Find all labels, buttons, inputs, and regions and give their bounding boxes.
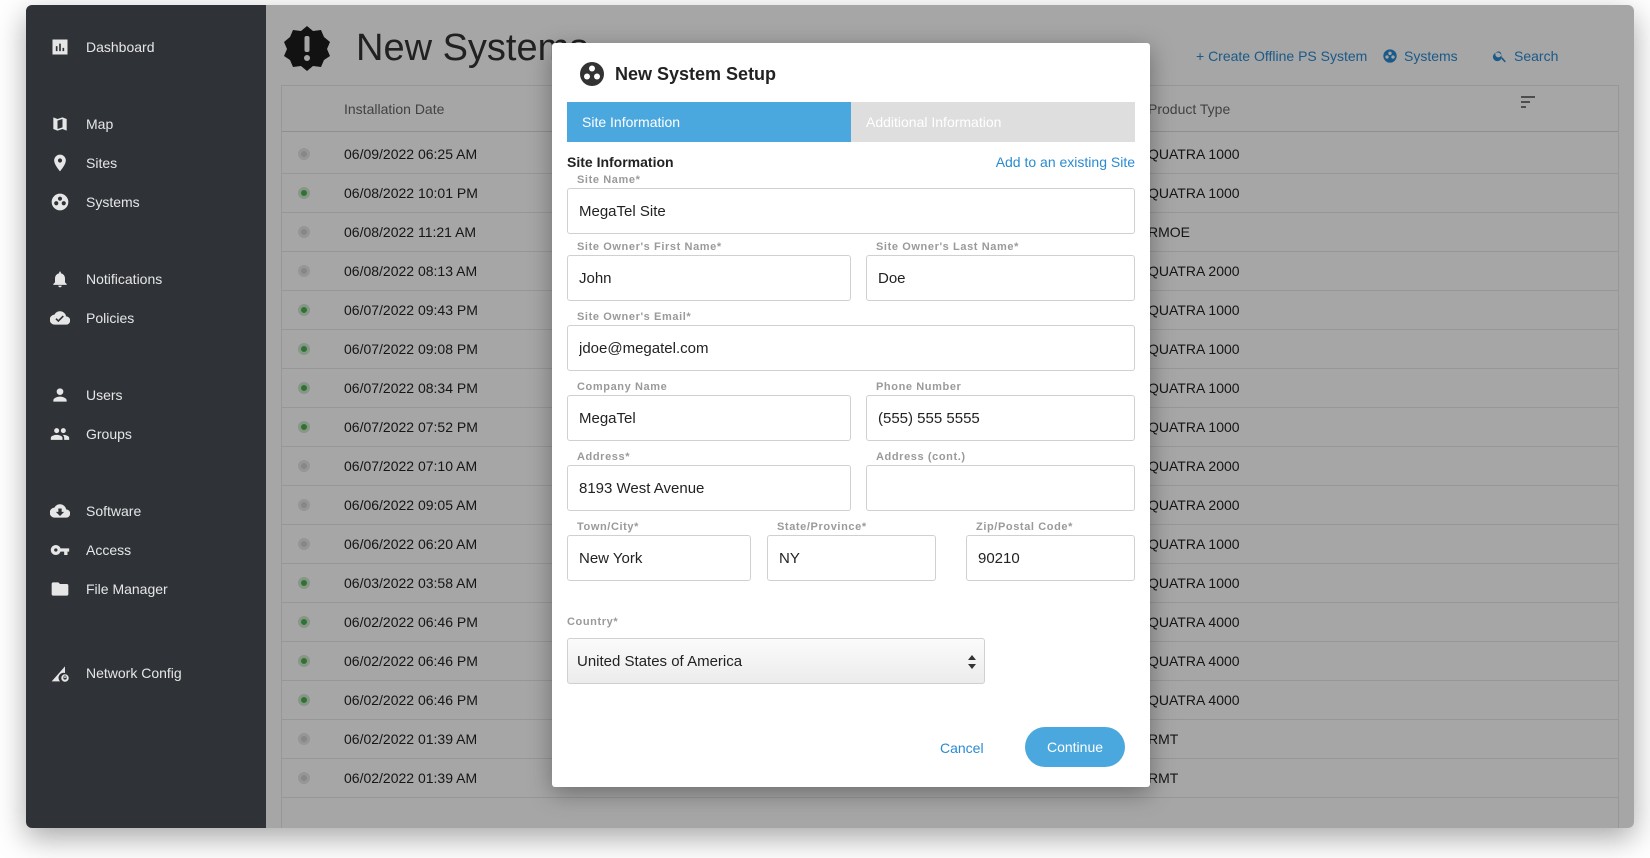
sidebar-item-sites[interactable]: Sites	[50, 151, 117, 175]
select-arrows-icon	[968, 655, 976, 669]
first-name-input[interactable]	[567, 255, 851, 301]
sidebar-item-label: Dashboard	[86, 39, 155, 55]
city-label: Town/City*	[577, 521, 640, 533]
section-title: Site Information	[567, 154, 674, 170]
sidebar-item-systems[interactable]: Systems	[50, 190, 140, 214]
country-select[interactable]: United States of America	[567, 638, 985, 684]
continue-button[interactable]: Continue	[1025, 727, 1125, 767]
cloud-check-icon	[50, 311, 70, 325]
state-input[interactable]	[767, 535, 936, 581]
email-field[interactable]	[567, 325, 1135, 371]
sidebar-item-label: Notifications	[86, 271, 163, 287]
first-name-label: Site Owner's First Name*	[577, 241, 722, 253]
dialog-tabs: Site Information Additional Information	[567, 102, 1135, 142]
phone-label: Phone Number	[876, 381, 962, 393]
sidebar-item-file-manager[interactable]: File Manager	[50, 577, 168, 601]
group-icon	[50, 428, 70, 440]
network-config-icon	[51, 666, 69, 682]
company-input[interactable]	[567, 395, 851, 441]
address-cont-label: Address (cont.)	[876, 451, 966, 463]
location-pin-icon	[54, 154, 66, 172]
last-name-input[interactable]	[866, 255, 1135, 301]
address-input[interactable]	[567, 465, 851, 511]
sidebar: Dashboard Map Sites Systems Notification…	[26, 5, 266, 828]
add-existing-site-link[interactable]: Add to an existing Site	[996, 154, 1135, 170]
sidebar-item-label: Systems	[86, 194, 140, 210]
address-label: Address*	[577, 451, 631, 463]
sidebar-item-groups[interactable]: Groups	[50, 422, 132, 446]
sidebar-item-software[interactable]: Software	[50, 499, 141, 523]
city-input[interactable]	[567, 535, 751, 581]
address-cont-input[interactable]	[866, 465, 1135, 511]
user-icon	[53, 388, 67, 402]
sidebar-item-label: Map	[86, 116, 114, 132]
bell-icon	[53, 271, 67, 288]
sidebar-item-users[interactable]: Users	[50, 383, 123, 407]
systems-icon	[580, 62, 604, 86]
folder-icon	[51, 582, 69, 596]
country-label: Country*	[567, 616, 619, 628]
dialog-title: New System Setup	[579, 61, 776, 87]
map-icon	[53, 117, 67, 131]
dashboard-icon	[52, 39, 68, 55]
sidebar-item-label: Software	[86, 503, 142, 519]
sidebar-item-label: File Manager	[86, 581, 168, 597]
sidebar-item-policies[interactable]: Policies	[50, 306, 134, 330]
sidebar-item-label: Users	[86, 387, 123, 403]
app-window: Dashboard Map Sites Systems Notification…	[26, 5, 1634, 828]
last-name-label: Site Owner's Last Name*	[876, 241, 1019, 253]
email-label: Site Owner's Email*	[577, 311, 692, 323]
sidebar-item-dashboard[interactable]: Dashboard	[50, 35, 155, 59]
site-name-label: Site Name*	[577, 174, 641, 186]
sidebar-item-label: Groups	[86, 426, 132, 442]
company-label: Company Name	[577, 381, 668, 393]
systems-icon	[51, 193, 69, 211]
sidebar-item-map[interactable]: Map	[50, 112, 113, 136]
tab-site-information[interactable]: Site Information	[567, 102, 851, 142]
sidebar-item-notifications[interactable]: Notifications	[50, 267, 162, 291]
sidebar-item-network-config[interactable]: Network Config	[50, 661, 182, 685]
new-system-setup-dialog: New System Setup Site Information Additi…	[552, 43, 1150, 787]
phone-input[interactable]	[866, 395, 1135, 441]
cloud-download-icon	[50, 504, 70, 518]
sidebar-item-access[interactable]: Access	[50, 538, 131, 562]
cancel-button[interactable]: Cancel	[940, 740, 984, 756]
state-label: State/Province*	[777, 521, 867, 533]
site-name-input[interactable]	[567, 188, 1135, 234]
zip-input[interactable]	[966, 535, 1135, 581]
zip-label: Zip/Postal Code*	[976, 521, 1073, 533]
tab-additional-information[interactable]: Additional Information	[851, 102, 1135, 142]
key-icon	[50, 545, 70, 555]
sidebar-item-label: Access	[86, 542, 132, 558]
sidebar-item-label: Sites	[86, 155, 118, 171]
sidebar-item-label: Policies	[86, 310, 135, 326]
sidebar-item-label: Network Config	[86, 665, 182, 681]
